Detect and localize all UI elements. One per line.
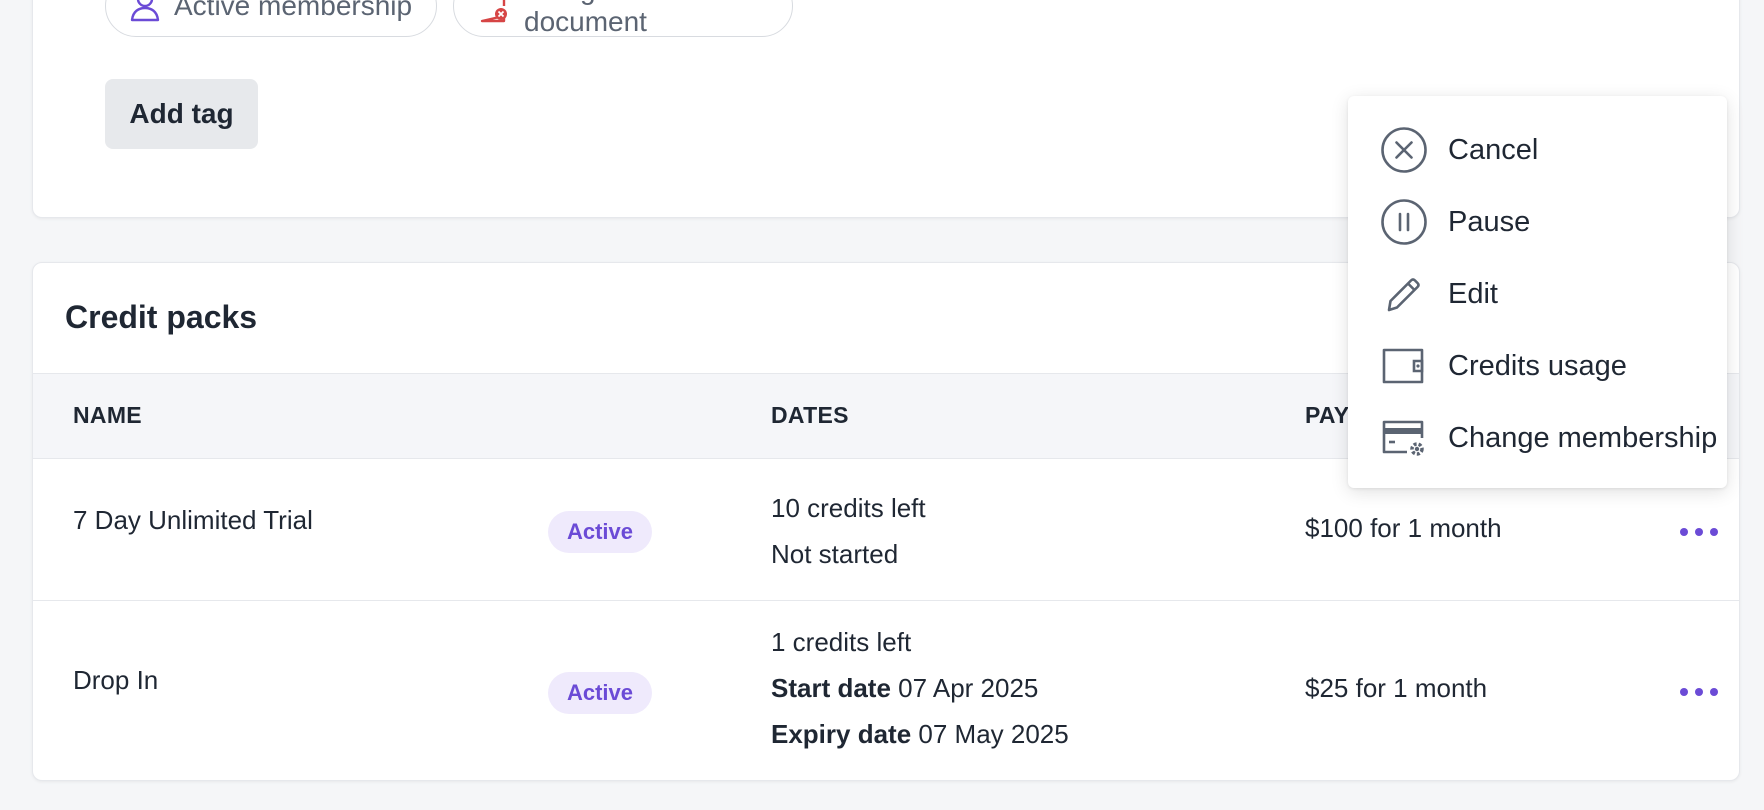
dot xyxy=(1680,528,1688,536)
payment-cell: $25 for 1 month xyxy=(1305,673,1488,703)
column-header-payment: PAY xyxy=(1305,402,1350,428)
pack-name: Drop In xyxy=(73,665,159,695)
table-row: Drop In Active 1 credits left Start date… xyxy=(33,601,1739,780)
credits-left: 1 credits left xyxy=(771,627,912,657)
credits-left: 10 credits left xyxy=(771,493,926,523)
menu-item-change-membership[interactable]: Change membership xyxy=(1380,406,1720,470)
expiry-date-label: Expiry date xyxy=(771,719,912,749)
tag-chip-unsigned-document[interactable]: Unsigned document xyxy=(453,0,793,37)
more-options-button[interactable] xyxy=(1669,512,1729,552)
pack-name: 7 Day Unlimited Trial xyxy=(73,505,313,535)
wallet-icon xyxy=(1380,342,1428,390)
menu-item-label: Cancel xyxy=(1448,133,1539,166)
document-x-icon xyxy=(480,0,507,23)
status-badge: Active xyxy=(548,511,652,553)
pencil-icon xyxy=(1380,270,1428,318)
menu-item-cancel[interactable]: Cancel xyxy=(1380,118,1720,182)
dot xyxy=(1710,528,1718,536)
dot xyxy=(1695,528,1703,536)
column-header-dates: DATES xyxy=(771,402,849,428)
add-tag-button[interactable]: Add tag xyxy=(105,79,258,149)
start-date-value: 07 Apr 2025 xyxy=(898,673,1039,703)
menu-item-label: Change membership xyxy=(1448,421,1718,454)
row-actions-menu: Cancel Pause Edit Credits usage Change m… xyxy=(1348,96,1727,488)
tag-chip-active-membership[interactable]: Active membership xyxy=(105,0,437,37)
menu-item-credits-usage[interactable]: Credits usage xyxy=(1380,334,1720,398)
start-date: Start date 07 Apr 2025 xyxy=(771,665,1069,711)
payment-cell: $100 for 1 month xyxy=(1305,513,1502,543)
menu-item-label: Pause xyxy=(1448,205,1531,238)
expiry-date-value: 07 May 2025 xyxy=(918,719,1069,749)
dates-cell: 10 credits left Not started xyxy=(771,485,926,577)
dates-cell: 1 credits left Start date 07 Apr 2025 Ex… xyxy=(771,619,1069,757)
tag-chip-label: Active membership xyxy=(174,0,413,21)
more-options-button[interactable] xyxy=(1669,672,1729,712)
menu-item-edit[interactable]: Edit xyxy=(1380,262,1720,326)
section-title: Credit packs xyxy=(65,299,258,335)
tag-chip-label: Unsigned document xyxy=(524,0,647,37)
menu-item-label: Credits usage xyxy=(1448,349,1627,382)
menu-item-label: Edit xyxy=(1448,277,1498,310)
cancel-circle-icon xyxy=(1380,126,1428,174)
status-badge: Active xyxy=(548,672,652,714)
start-status: Not started xyxy=(771,539,899,569)
expiry-date: Expiry date 07 May 2025 xyxy=(771,711,1069,757)
column-header-name: NAME xyxy=(73,402,142,428)
pause-circle-icon xyxy=(1380,198,1428,246)
dot xyxy=(1710,688,1718,696)
start-date-label: Start date xyxy=(771,673,891,703)
dot xyxy=(1695,688,1703,696)
person-icon xyxy=(130,0,160,22)
dot xyxy=(1680,688,1688,696)
menu-item-pause[interactable]: Pause xyxy=(1380,190,1720,254)
card-settings-icon xyxy=(1380,414,1428,462)
